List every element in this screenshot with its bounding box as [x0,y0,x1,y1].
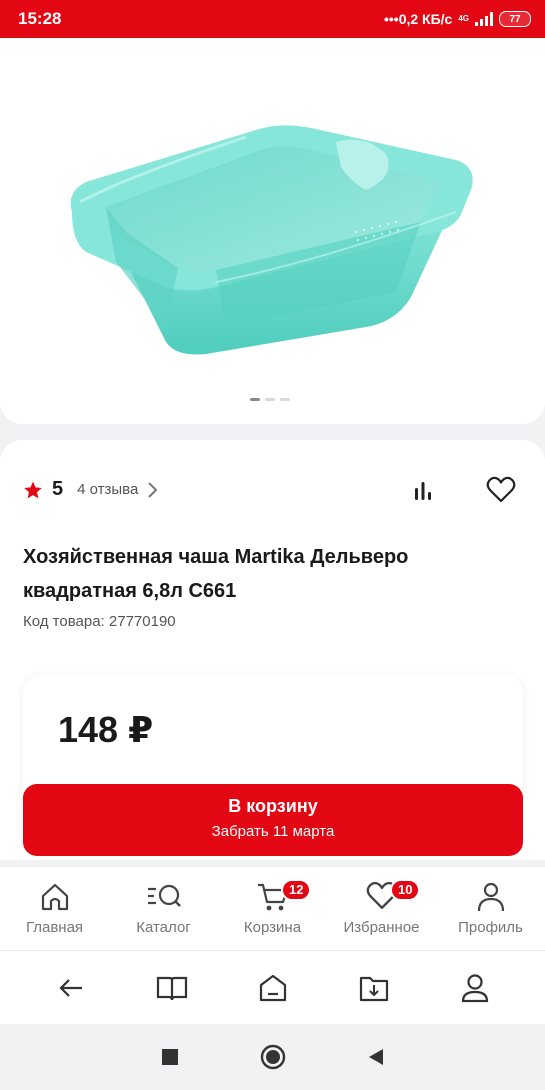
account-icon [461,973,488,1002]
cart-badge: 12 [281,879,312,901]
nav-cart[interactable]: 12 Корзина [218,867,327,950]
profile-icon [477,882,504,912]
browser-home-button[interactable] [253,968,293,1008]
nav-label: Корзина [243,919,302,936]
favorites-badge: 10 [390,879,421,901]
gallery-dots [250,398,290,401]
bottom-nav: Главная Каталог 12 Корзина 10 Избранное [0,866,545,950]
catalog-search-icon [147,884,181,907]
recent-apps-icon[interactable] [161,1048,179,1066]
nav-catalog[interactable]: Каталог [109,867,218,950]
system-nav [0,1024,545,1090]
back-arrow-icon [58,978,82,997]
battery-icon: 77 [499,11,531,27]
home-icon [41,883,68,911]
star-icon [24,481,42,498]
browser-toolbar [0,950,545,1024]
download-folder-icon [359,976,388,1001]
back-triangle-icon[interactable] [367,1047,385,1067]
battery-level: 77 [509,13,521,25]
gallery-dot[interactable] [265,398,275,401]
rating-value: 5 [52,478,64,500]
signal-icon [475,12,493,26]
book-icon [156,976,187,1000]
nav-label: Профиль [458,919,523,936]
product-code-label: Код товара: [23,613,105,630]
nav-favorites[interactable]: 10 Избранное [327,867,436,950]
status-speed: •••0,2 КБ/с [383,11,453,27]
nav-label: Каталог [136,919,191,936]
nav-profile[interactable]: Профиль [436,867,545,950]
product-image[interactable] [66,82,478,362]
nav-home[interactable]: Главная [0,867,109,950]
product-code-value: 27770190 [108,613,176,630]
status-right: •••0,2 КБ/с 4G 77 [384,11,531,27]
home-circle-icon[interactable] [260,1044,286,1070]
browser-reader-button[interactable] [152,968,192,1008]
reviews-link[interactable]: 4 отзыва [77,481,138,498]
status-bar: 15:28 •••0,2 КБ/с 4G 77 [0,0,545,38]
chevron-right-icon [148,481,158,498]
network-type: 4G [458,14,469,23]
status-time: 15:28 [18,9,62,28]
price: 148 ₽ [58,709,154,750]
product-gallery[interactable] [0,38,545,424]
nav-label: Избранное [343,919,420,936]
home-minus-icon [259,974,286,1001]
favorite-heart-icon[interactable] [486,476,516,504]
rating-row[interactable]: 5 4 отзыва [23,478,160,501]
compare-icon[interactable] [410,478,436,504]
gallery-dot[interactable] [280,398,290,401]
nav-label: Главная [25,919,84,936]
browser-downloads-button[interactable] [354,968,394,1008]
browser-account-button[interactable] [455,968,495,1008]
browser-back-button[interactable] [51,968,91,1008]
pickup-date: Забрать 11 марта [211,823,335,840]
gallery-dot[interactable] [250,398,260,401]
product-code: Код товара: 27770190 [23,613,176,630]
add-to-cart-button[interactable]: В корзину Забрать 11 марта [23,784,523,856]
product-title: Хозяйственная чаша Martika Дельверо квад… [23,546,409,602]
add-to-cart-label: В корзину [228,796,318,816]
